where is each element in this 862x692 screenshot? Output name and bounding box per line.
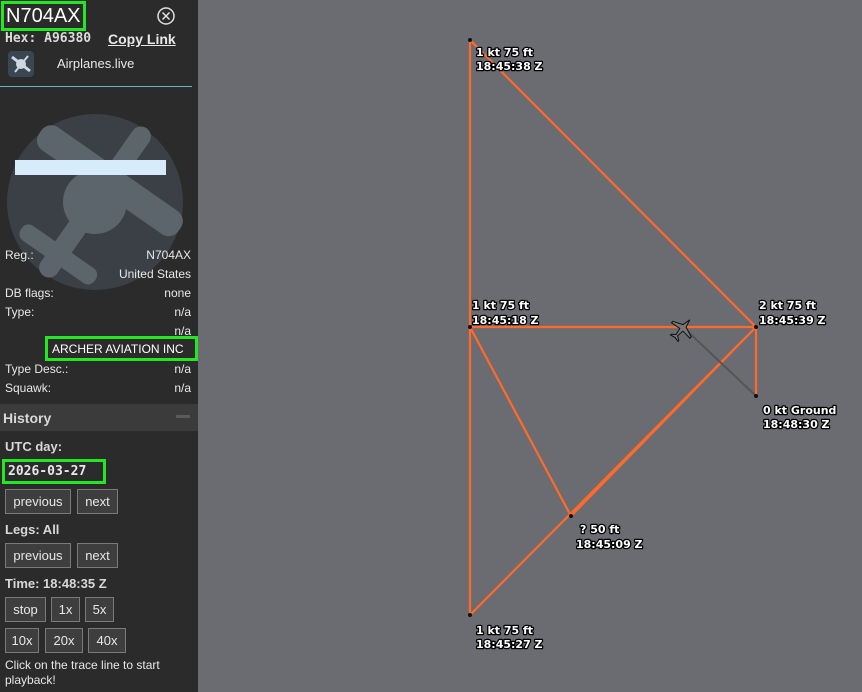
reg-value: N704AX — [146, 248, 191, 262]
stop-button[interactable]: stop — [5, 597, 46, 622]
db-flags-value: none — [164, 286, 191, 300]
aircraft-callsign: N704AX — [1, 1, 86, 31]
type-desc-label: Type Desc.: — [5, 362, 69, 376]
trace-label-speed-alt: 2 kt 75 ft — [759, 299, 816, 312]
country-value: United States — [118, 267, 191, 281]
trace-label-speed-alt: 1 kt 75 ft — [476, 624, 533, 637]
squawk-label: Squawk: — [5, 381, 52, 395]
history-title: History — [3, 410, 52, 426]
trace-label-time: 18:45:39 Z — [759, 314, 826, 327]
divider — [0, 86, 192, 87]
trace-label-speed-alt: ? 50 ft — [580, 523, 619, 536]
trace-label-speed-alt: 0 kt Ground — [763, 404, 836, 417]
type-value: n/a — [174, 305, 191, 319]
airplanes-live-logo-icon[interactable] — [8, 51, 34, 77]
trace-label-speed-alt: 1 kt 75 ft — [472, 299, 529, 312]
next-day-button[interactable]: next — [77, 489, 118, 514]
speed-20x-button[interactable]: 20x — [45, 628, 83, 653]
trace-label-speed-alt: 1 kt 75 ft — [476, 46, 533, 59]
hex-code: Hex: A96380 — [5, 31, 91, 46]
trace-label-time: 18:45:38 Z — [476, 60, 543, 73]
speed-40x-button[interactable]: 40x — [88, 628, 126, 653]
speed-5x-button[interactable]: 5x — [85, 597, 114, 622]
squawk-value: n/a — [174, 381, 191, 395]
owner-name: ARCHER AVIATION INC — [45, 336, 198, 361]
trace-label-time: 18:45:09 Z — [576, 538, 643, 551]
utc-date[interactable]: 2026-03-27 — [2, 459, 106, 484]
aircraft-sidebar: N704AX Hex: A96380 Copy Link Airplanes.l… — [0, 0, 198, 692]
db-flags-label: DB flags: — [5, 286, 54, 300]
map-view[interactable]: 1 kt 75 ft 18:45:38 Z 1 kt 75 ft 18:45:1… — [198, 0, 862, 692]
source-name[interactable]: Airplanes.live — [57, 56, 134, 71]
time-label: Time: 18:48:35 Z — [5, 576, 107, 591]
trace-label-time: 18:45:27 Z — [476, 638, 543, 651]
speed-10x-button[interactable]: 10x — [5, 628, 39, 653]
trace-label-time: 18:48:30 Z — [763, 418, 830, 431]
photo-caption-bar — [15, 160, 166, 175]
type-desc-value: n/a — [174, 362, 191, 376]
hex-label: Hex: — [5, 31, 37, 46]
collapse-icon[interactable] — [176, 415, 190, 418]
previous-day-button[interactable]: previous — [5, 489, 71, 514]
type-label: Type: — [5, 305, 35, 319]
trace-label-time: 18:45:18 Z — [472, 314, 539, 327]
history-header[interactable]: History — [0, 404, 198, 431]
playback-hint: Click on the trace line to start playbac… — [5, 658, 160, 687]
speed-1x-button[interactable]: 1x — [51, 597, 80, 622]
previous-leg-button[interactable]: previous — [5, 543, 71, 568]
copy-link[interactable]: Copy Link — [108, 31, 176, 47]
close-icon[interactable] — [157, 7, 175, 25]
hex-value: A96380 — [44, 31, 92, 46]
utc-day-label: UTC day: — [5, 439, 63, 454]
reg-label: Reg.: — [5, 248, 34, 262]
next-leg-button[interactable]: next — [77, 543, 118, 568]
legs-label: Legs: All — [5, 522, 60, 537]
